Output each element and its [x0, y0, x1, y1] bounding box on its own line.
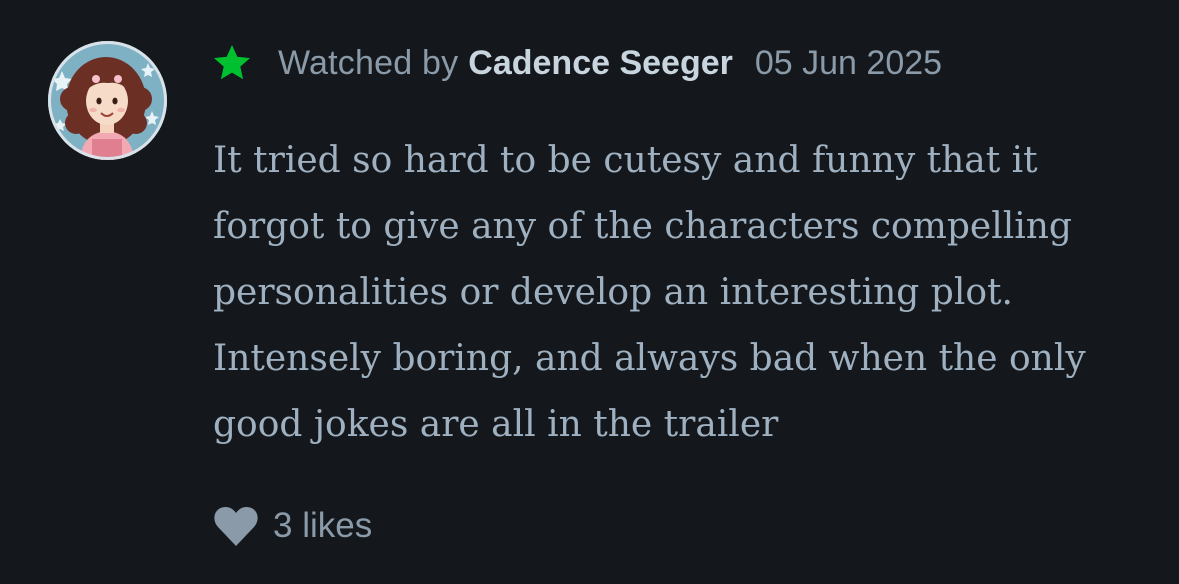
avatar-illustration-icon: [48, 41, 167, 160]
likes-count: 3 likes: [273, 506, 373, 545]
watched-by-label: Watched by: [278, 43, 459, 82]
avatar[interactable]: [48, 41, 167, 160]
heart-icon[interactable]: [213, 505, 259, 547]
review-date[interactable]: 05 Jun 2025: [755, 44, 942, 83]
review-card: Watched by Cadence Seeger 05 Jun 2025 It…: [0, 0, 1179, 584]
review-body: It tried so hard to be cutesy and funny …: [213, 140, 1086, 445]
username-link[interactable]: Cadence Seeger: [468, 44, 733, 83]
review-meta: Watched by Cadence Seeger 05 Jun 2025: [212, 40, 942, 86]
star-icon: [214, 45, 250, 80]
like-button[interactable]: 3 likes: [213, 500, 372, 552]
